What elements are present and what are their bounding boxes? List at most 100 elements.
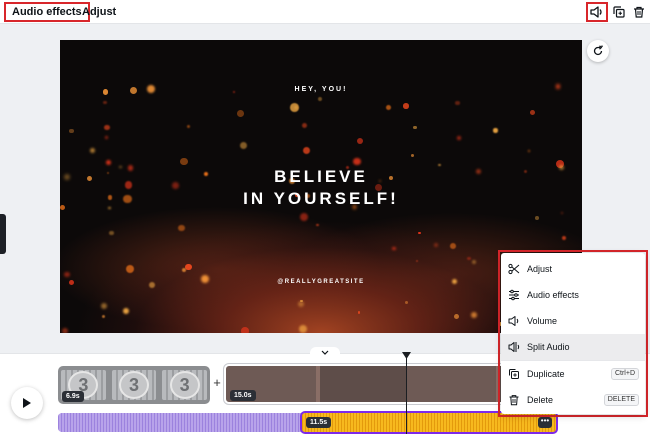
menu-item-label: Volume bbox=[527, 316, 558, 326]
bokeh-particle bbox=[534, 216, 539, 220]
menu-item-volume[interactable]: Volume bbox=[501, 308, 645, 334]
play-icon bbox=[23, 398, 31, 408]
bokeh-particle bbox=[357, 311, 360, 314]
bokeh-particle bbox=[453, 314, 459, 320]
bokeh-particle bbox=[317, 96, 322, 101]
sliders-icon bbox=[501, 289, 527, 301]
bokeh-particle bbox=[404, 300, 409, 305]
playhead-line[interactable] bbox=[406, 354, 407, 434]
volume-icon bbox=[501, 315, 527, 327]
bokeh-particle bbox=[122, 307, 130, 315]
bokeh-particle bbox=[353, 157, 361, 166]
bokeh-particle bbox=[301, 122, 307, 129]
bokeh-particle bbox=[456, 135, 462, 141]
menu-item-label: Adjust bbox=[527, 264, 553, 274]
bokeh-particle bbox=[103, 100, 107, 105]
headline-line-2: IN YOURSELF! bbox=[243, 189, 399, 208]
rotate-icon bbox=[593, 45, 603, 56]
speaker-icon bbox=[590, 6, 602, 18]
bokeh-particle bbox=[493, 128, 498, 133]
bokeh-particle bbox=[101, 314, 106, 319]
canvas-greeting[interactable]: HEY, YOU! bbox=[60, 86, 582, 93]
headline-line-1: BELIEVE bbox=[274, 167, 368, 186]
speaker-button[interactable] bbox=[586, 2, 608, 22]
menu-item-duplicate[interactable]: Duplicate Ctrl+D bbox=[501, 361, 645, 387]
countdown-number: 3 bbox=[169, 371, 200, 399]
trash-icon bbox=[501, 394, 527, 406]
bokeh-particle bbox=[300, 212, 309, 221]
bokeh-particle bbox=[178, 224, 185, 232]
shortcut-badge: DELETE bbox=[603, 394, 639, 406]
clip-frame: 3 bbox=[162, 370, 208, 400]
split-icon bbox=[501, 341, 527, 353]
bokeh-particle bbox=[104, 124, 110, 130]
context-menu: Adjust Audio effects Volume Split Audio bbox=[501, 253, 645, 414]
bokeh-particle bbox=[418, 232, 421, 235]
clip-duration-badge: 6.9s bbox=[62, 391, 84, 402]
menu-item-label: Delete bbox=[527, 395, 554, 405]
bokeh-particle bbox=[181, 268, 186, 273]
clip-frame: 3 bbox=[111, 370, 157, 400]
bokeh-particle bbox=[101, 302, 108, 309]
scissors-icon bbox=[501, 263, 527, 275]
bokeh-particle bbox=[315, 223, 319, 227]
video-editor: Audio effects Adjust HEY, YOU! BELIEVE I… bbox=[0, 0, 650, 442]
bokeh-particle bbox=[237, 110, 245, 117]
bokeh-particle bbox=[240, 141, 248, 149]
collapse-timeline-button[interactable] bbox=[310, 347, 340, 357]
duplicate-icon bbox=[501, 368, 527, 380]
copy-icon bbox=[613, 6, 625, 18]
top-toolbar: Audio effects Adjust bbox=[0, 0, 650, 24]
bokeh-particle bbox=[126, 265, 135, 274]
bokeh-particle bbox=[61, 327, 69, 333]
bokeh-particle bbox=[410, 153, 414, 158]
bokeh-particle bbox=[385, 105, 391, 111]
trash-icon bbox=[634, 6, 644, 18]
bokeh-particle bbox=[186, 125, 190, 129]
bokeh-particle bbox=[298, 301, 305, 308]
bokeh-particle bbox=[392, 247, 396, 251]
menu-item-adjust[interactable]: Adjust bbox=[501, 256, 645, 282]
clip-duration-badge: 15.0s bbox=[230, 390, 256, 401]
bokeh-particle bbox=[357, 137, 364, 144]
bokeh-particle bbox=[299, 324, 308, 333]
audio-duration-badge: 11.5s bbox=[306, 417, 332, 428]
bokeh-particle bbox=[180, 157, 188, 166]
menu-item-audio-effects[interactable]: Audio effects bbox=[501, 282, 645, 308]
delete-button[interactable] bbox=[630, 3, 648, 21]
countdown-number: 3 bbox=[119, 371, 149, 399]
bokeh-particle bbox=[455, 100, 460, 106]
bokeh-particle bbox=[403, 103, 409, 109]
timeline-clip-1[interactable]: 3 3 3 6.9s bbox=[58, 366, 210, 404]
bokeh-particle bbox=[472, 260, 477, 265]
audio-more-button[interactable]: ••• bbox=[538, 417, 552, 428]
bokeh-particle bbox=[106, 159, 112, 165]
bokeh-particle bbox=[89, 147, 96, 154]
bokeh-particle bbox=[415, 260, 418, 263]
menu-item-split-audio[interactable]: Split Audio bbox=[501, 334, 645, 360]
chevron-down-icon bbox=[321, 350, 329, 355]
bokeh-particle bbox=[561, 235, 567, 240]
shortcut-badge: Ctrl+D bbox=[610, 368, 639, 380]
play-button[interactable] bbox=[11, 387, 43, 419]
bokeh-particle bbox=[467, 256, 471, 260]
bokeh-particle bbox=[413, 125, 417, 130]
bokeh-particle bbox=[450, 243, 456, 250]
canvas-headline[interactable]: BELIEVE IN YOURSELF! bbox=[60, 166, 582, 210]
copy-button[interactable] bbox=[610, 3, 628, 21]
menu-item-label: Split Audio bbox=[527, 342, 570, 352]
bokeh-particle bbox=[109, 230, 114, 236]
tab-audio-effects[interactable]: Audio effects bbox=[4, 2, 90, 22]
add-clip-button[interactable]: + bbox=[211, 376, 223, 390]
rotate-button[interactable] bbox=[587, 40, 609, 62]
bokeh-particle bbox=[527, 149, 530, 152]
bokeh-particle bbox=[434, 243, 439, 247]
menu-item-delete[interactable]: Delete DELETE bbox=[501, 387, 645, 413]
bokeh-particle bbox=[470, 311, 477, 318]
bokeh-particle bbox=[104, 136, 108, 140]
tab-adjust[interactable]: Adjust bbox=[82, 6, 116, 18]
bokeh-particle bbox=[302, 146, 311, 154]
bokeh-particle bbox=[69, 129, 74, 134]
menu-item-label: Duplicate bbox=[527, 369, 565, 379]
side-panel-toggle[interactable] bbox=[0, 214, 6, 254]
